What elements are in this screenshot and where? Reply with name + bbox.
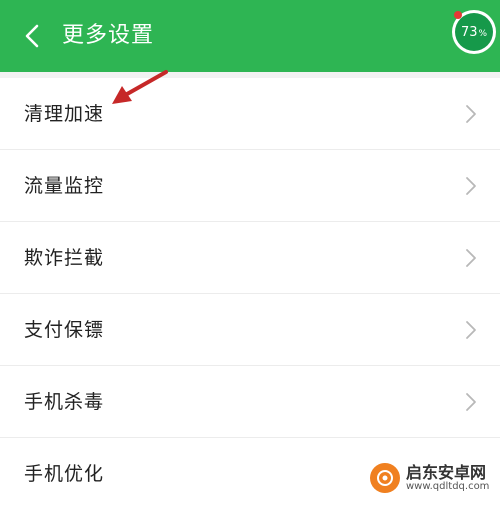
notification-dot [454,11,462,19]
chevron-right-icon [466,177,476,195]
list-item-cleanup[interactable]: 清理加速 [0,78,500,150]
list-item-antivirus[interactable]: 手机杀毒 [0,366,500,438]
page-title: 更多设置 [62,23,155,48]
battery-unit: % [478,28,488,39]
list-item-fraud-block[interactable]: 欺诈拦截 [0,222,500,294]
list-item-label: 手机优化 [24,463,105,485]
chevron-right-icon [466,321,476,339]
chevron-right-icon [466,105,476,123]
battery-badge[interactable]: 73% [452,10,496,54]
list-item-optimize[interactable]: 手机优化 [0,438,500,510]
chevron-right-icon [466,249,476,267]
list-item-payment-guard[interactable]: 支付保镖 [0,294,500,366]
list-item-traffic-monitor[interactable]: 流量监控 [0,150,500,222]
back-button[interactable] [16,18,48,54]
chevron-left-icon [25,24,39,48]
settings-list: 清理加速 流量监控 欺诈拦截 支付保镖 手机杀毒 手机优化 [0,78,500,510]
battery-value: 73 [460,24,478,40]
list-item-label: 支付保镖 [24,319,105,341]
header-bar: 更多设置 73% [0,0,500,72]
list-item-label: 手机杀毒 [24,391,105,413]
list-item-label: 清理加速 [24,103,105,125]
battery-ring: 73% [455,13,493,51]
chevron-right-icon [466,393,476,411]
list-item-label: 流量监控 [24,175,105,197]
list-item-label: 欺诈拦截 [24,247,105,269]
